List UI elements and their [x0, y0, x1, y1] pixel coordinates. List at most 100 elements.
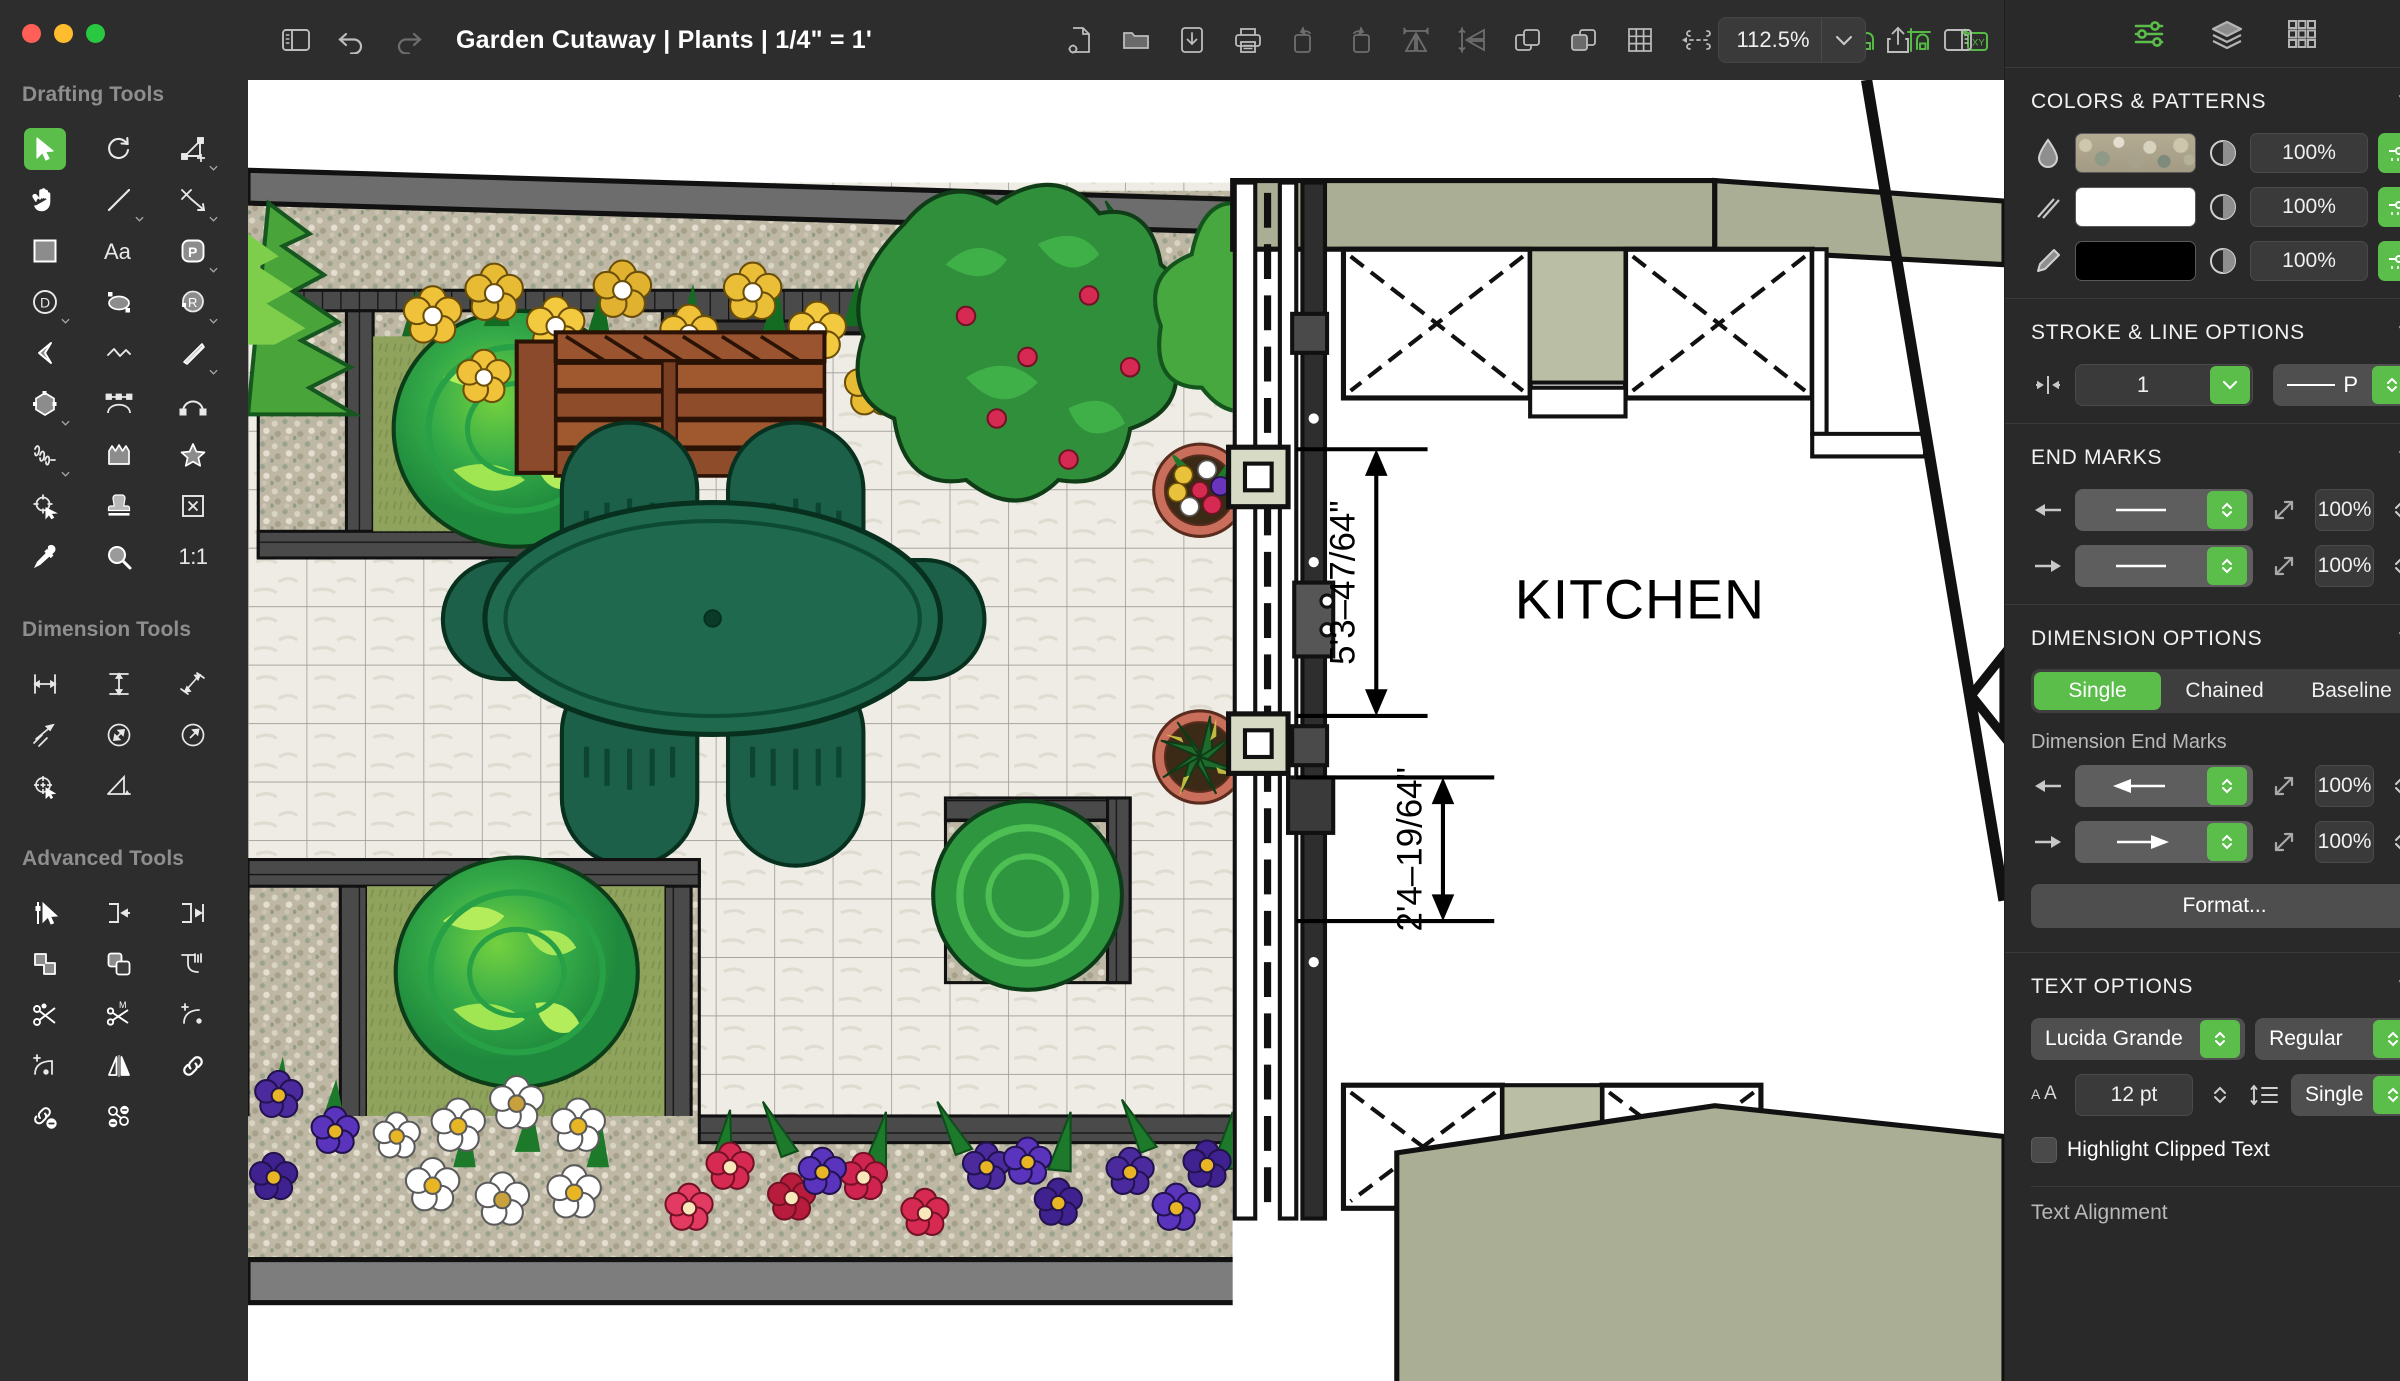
pan-hand-icon[interactable]	[24, 179, 66, 221]
font-style-stepper[interactable]	[2373, 1020, 2400, 1058]
tool-subtract-shapes[interactable]	[82, 938, 156, 989]
chevron-down-icon[interactable]	[1821, 18, 1865, 62]
unlink-objects-icon[interactable]	[24, 1096, 66, 1138]
send-backward-button[interactable]	[1556, 12, 1612, 68]
tool-scissors-cut[interactable]	[8, 989, 82, 1040]
stroke-color-swatch[interactable]	[2075, 187, 2197, 227]
tool-mirror[interactable]	[82, 1040, 156, 1091]
tool-angled-dimension[interactable]	[8, 709, 82, 760]
tool-union-shapes[interactable]	[8, 938, 82, 989]
extend-left-icon[interactable]	[98, 892, 140, 934]
stroke-settings-button[interactable]	[2378, 187, 2400, 227]
undo-button[interactable]	[324, 12, 380, 68]
flip-horizontal-button[interactable]	[1388, 12, 1444, 68]
chevron-down-icon[interactable]	[61, 471, 70, 477]
tool-add-point-curve[interactable]	[8, 1040, 82, 1091]
tool-double-line[interactable]	[156, 327, 230, 378]
tool-datum-point[interactable]	[8, 760, 82, 811]
flip-vertical-button[interactable]	[1444, 12, 1500, 68]
tab-library[interactable]	[2287, 19, 2317, 49]
chevron-down-icon[interactable]	[209, 267, 218, 273]
dim-end-mark-start-popup[interactable]	[2075, 765, 2254, 807]
tool-polygon-p[interactable]: P	[156, 225, 230, 276]
font-style-popup[interactable]: Regular	[2255, 1018, 2400, 1060]
open-folder-button[interactable]	[1108, 12, 1164, 68]
stroke-weight-stepper[interactable]	[2210, 366, 2251, 404]
chevron-down-icon[interactable]	[61, 420, 70, 426]
polyline-icon[interactable]	[98, 332, 140, 374]
radius-r-icon[interactable]: R	[172, 281, 214, 323]
add-point-curve-icon[interactable]	[24, 1045, 66, 1087]
dim-end-mark-end-scale[interactable]: 100%	[2315, 821, 2375, 863]
font-size-stepper[interactable]	[2203, 1074, 2237, 1116]
zoom-level-control[interactable]: 112.5%	[1718, 17, 1867, 63]
chevron-down-icon[interactable]	[135, 216, 144, 222]
font-family-stepper[interactable]	[2200, 1020, 2241, 1058]
print-button[interactable]	[1220, 12, 1276, 68]
datum-point-icon[interactable]	[24, 765, 66, 807]
zoom-window-button[interactable]	[86, 24, 105, 43]
tool-unlink-objects[interactable]	[8, 1091, 82, 1142]
font-family-popup[interactable]: Lucida Grande	[2031, 1018, 2246, 1060]
dim-end-mark-start-scale-stepper[interactable]	[2384, 765, 2400, 807]
angle-line-icon[interactable]	[172, 179, 214, 221]
tool-diameter-d[interactable]: D	[8, 276, 82, 327]
tool-diagonal-dimension[interactable]	[156, 658, 230, 709]
tool-fillet-corner[interactable]	[156, 938, 230, 989]
tool-line[interactable]	[82, 174, 156, 225]
tool-extend-left[interactable]	[82, 887, 156, 938]
tool-angle-dimension[interactable]	[82, 760, 156, 811]
dimension-mode-baseline[interactable]: Baseline	[2288, 672, 2400, 710]
line-icon[interactable]	[98, 179, 140, 221]
tool-scissors-multi-cut[interactable]: M	[82, 989, 156, 1040]
link-objects-icon[interactable]	[172, 1045, 214, 1087]
angle-dimension-icon[interactable]	[98, 765, 140, 807]
freehand-icon[interactable]	[24, 434, 66, 476]
tool-eyedropper[interactable]	[8, 531, 82, 582]
scissors-multi-cut-icon[interactable]: M	[98, 994, 140, 1036]
tool-diameter-dimension[interactable]	[82, 709, 156, 760]
extend-right-icon[interactable]	[172, 892, 214, 934]
tool-radius-r[interactable]: R	[156, 276, 230, 327]
tool-pan-hand[interactable]	[8, 174, 82, 225]
fillet-corner-icon[interactable]	[172, 943, 214, 985]
add-point-icon[interactable]	[172, 994, 214, 1036]
tool-chevron-arrow[interactable]	[8, 327, 82, 378]
chevron-down-icon[interactable]	[61, 318, 70, 324]
save-download-button[interactable]	[1164, 12, 1220, 68]
rotate-icon[interactable]	[98, 128, 140, 170]
inspector-toggle-button[interactable]	[1930, 12, 1986, 68]
tool-link-objects[interactable]	[156, 1040, 230, 1091]
radius-dimension-icon[interactable]	[172, 714, 214, 756]
polygon-shape-icon[interactable]	[24, 383, 66, 425]
actual-size-icon[interactable]: 1:1	[172, 536, 214, 578]
union-shapes-icon[interactable]	[24, 943, 66, 985]
end-mark-end-scale-stepper[interactable]	[2384, 545, 2400, 587]
tool-star[interactable]	[156, 429, 230, 480]
rectangle-icon[interactable]	[24, 230, 66, 272]
tool-arc[interactable]	[156, 378, 230, 429]
polygon-p-icon[interactable]: P	[172, 230, 214, 272]
vertical-dimension-icon[interactable]	[98, 663, 140, 705]
dim-end-mark-start-stepper[interactable]	[2207, 767, 2248, 805]
minimize-window-button[interactable]	[54, 24, 73, 43]
tool-add-point[interactable]	[156, 989, 230, 1040]
font-size-field[interactable]: 12 pt	[2075, 1074, 2194, 1116]
delete-box-icon[interactable]	[172, 485, 214, 527]
highlight-clipped-row[interactable]: Highlight Clipped Text	[2005, 1123, 2400, 1170]
end-mark-start-scale-stepper[interactable]	[2384, 489, 2400, 531]
dimension-options-header[interactable]: DIMENSION OPTIONS	[2005, 605, 2400, 663]
horizontal-dimension-icon[interactable]	[24, 663, 66, 705]
fill-opacity-field[interactable]: 100%	[2250, 133, 2369, 173]
dim-end-mark-start-scale[interactable]: 100%	[2315, 765, 2375, 807]
tool-magnifier-zoom[interactable]	[82, 531, 156, 582]
stroke-weight-control[interactable]: 1	[2075, 364, 2254, 406]
pencil-opacity-field[interactable]: 100%	[2250, 241, 2369, 281]
tool-polyline[interactable]	[82, 327, 156, 378]
highlight-clipped-checkbox[interactable]	[2031, 1137, 2058, 1163]
tool-radius-dimension[interactable]	[156, 709, 230, 760]
tool-crop[interactable]	[156, 123, 230, 174]
tool-horizontal-dimension[interactable]	[8, 658, 82, 709]
double-line-icon[interactable]	[172, 332, 214, 374]
end-mark-end-scale[interactable]: 100%	[2315, 545, 2375, 587]
